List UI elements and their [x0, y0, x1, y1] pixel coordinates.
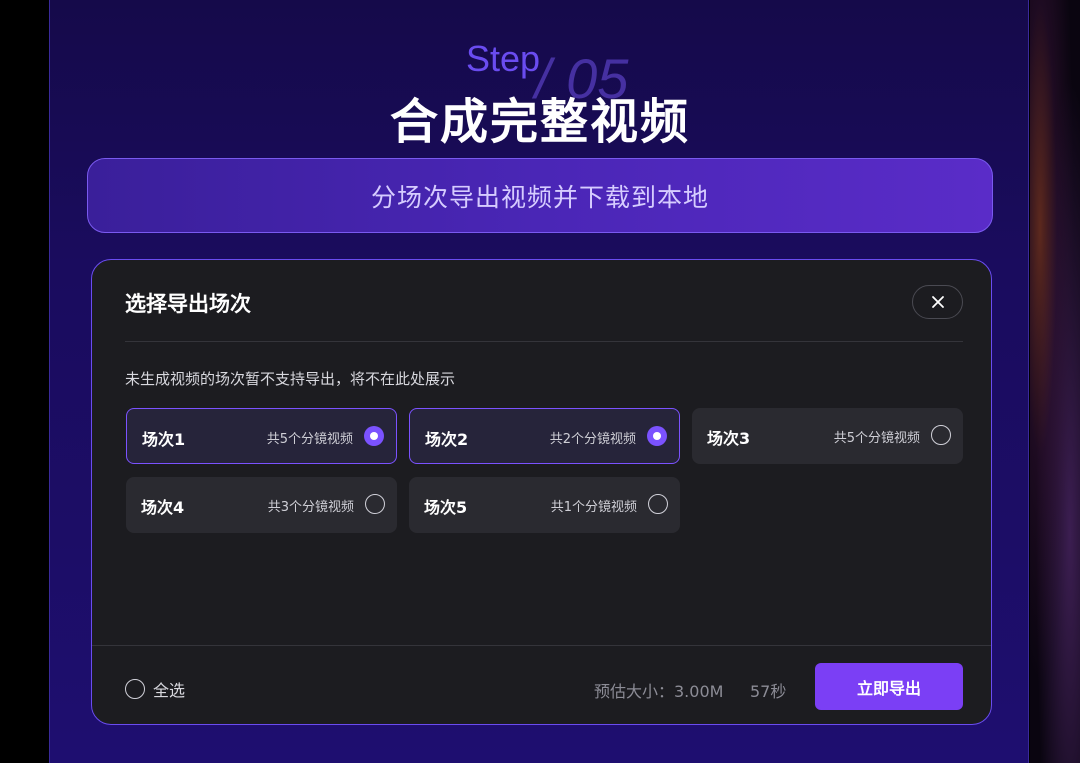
scene-name: 场次1 [142, 430, 186, 449]
radio-unchecked-icon[interactable] [365, 494, 385, 514]
scene-name: 场次4 [141, 498, 185, 517]
scene-count: 共3个分镜视频 [267, 500, 354, 515]
radio-checked-icon[interactable] [647, 426, 667, 446]
header-divider [125, 341, 963, 342]
scene-count: 共5个分镜视频 [266, 432, 353, 447]
estimated-size: 预估大小：3.00M [594, 682, 724, 701]
scene-card-5[interactable]: 场次5 共1个分镜视频 [409, 477, 680, 533]
export-button[interactable]: 立即导出 [815, 663, 963, 710]
page-title: 合成完整视频 [389, 94, 690, 150]
scene-count: 共2个分镜视频 [549, 432, 636, 447]
select-all-toggle[interactable]: 全选 [125, 677, 185, 701]
scene-name: 场次3 [707, 429, 751, 448]
select-all-label: 全选 [153, 681, 186, 700]
scene-card-4[interactable]: 场次4 共3个分镜视频 [126, 477, 397, 533]
scene-card-2[interactable]: 场次2 共2个分镜视频 [409, 408, 680, 464]
close-button[interactable] [912, 285, 963, 319]
scene-count: 共5个分镜视频 [833, 431, 920, 446]
step-label: Step [466, 38, 541, 79]
estimated-duration: 57秒 [750, 682, 787, 701]
dialog-title: 选择导出场次 [125, 292, 251, 316]
subtitle-banner: 分场次导出视频并下载到本地 [87, 158, 993, 233]
export-button-label: 立即导出 [856, 678, 921, 698]
radio-unchecked-icon[interactable] [931, 425, 951, 445]
scene-name: 场次5 [424, 498, 468, 517]
close-icon [931, 296, 944, 308]
footer-divider [92, 645, 991, 646]
scene-count: 共1个分镜视频 [550, 500, 637, 515]
radio-unchecked-icon[interactable] [125, 679, 145, 699]
scene-name: 场次2 [425, 430, 469, 449]
radio-checked-icon[interactable] [364, 426, 384, 446]
scene-card-1[interactable]: 场次1 共5个分镜视频 [126, 408, 397, 464]
notice-text: 未生成视频的场次暂不支持导出，将不在此处展示 [125, 370, 456, 388]
subtitle-text: 分场次导出视频并下载到本地 [370, 182, 709, 212]
export-dialog: 选择导出场次 未生成视频的场次暂不支持导出，将不在此处展示 场次1 共5个分镜视… [91, 259, 992, 725]
scene-card-3[interactable]: 场次3 共5个分镜视频 [692, 408, 963, 464]
radio-unchecked-icon[interactable] [648, 494, 668, 514]
page: / 05 Step 合成完整视频 分场次导出视频并下载到本地 选择导出场次 未生… [0, 0, 1080, 763]
